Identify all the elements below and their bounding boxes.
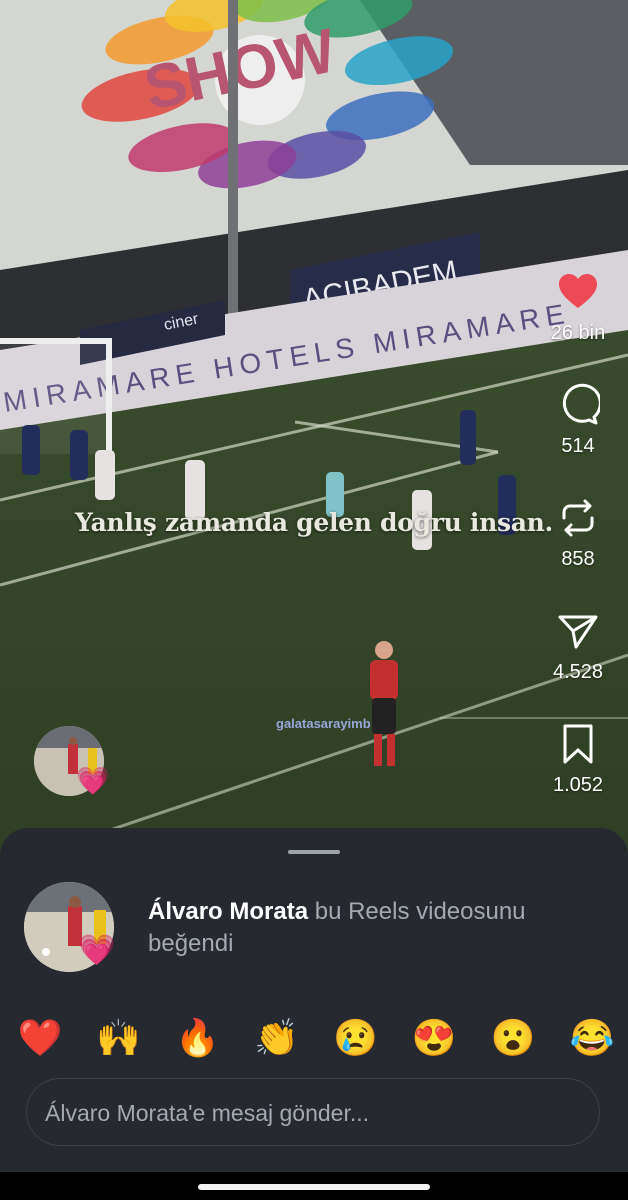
video-watermark: galatasarayimb	[276, 716, 371, 731]
save-count: 1.052	[552, 774, 604, 796]
heart-icon	[559, 274, 597, 308]
repost-button[interactable]: 858	[556, 496, 600, 609]
reaction-heart-icon[interactable]: ❤️	[16, 1014, 64, 1062]
comment-count: 514	[561, 435, 595, 457]
liked-heart-badge-icon: 💗	[76, 766, 110, 796]
likes-sheet: 💗 Álvaro Morata bu Reels videosunu beğen…	[0, 828, 628, 1200]
message-input[interactable]	[43, 1079, 587, 1147]
comment-button[interactable]: 514	[556, 383, 600, 496]
like-count: 26 bin	[550, 322, 606, 344]
share-button[interactable]: 4.528	[553, 609, 603, 722]
save-button[interactable]: 1.052	[553, 722, 603, 835]
sheet-drag-handle[interactable]	[288, 850, 340, 854]
like-button[interactable]: 26 bin	[550, 270, 606, 383]
reaction-laughing-icon[interactable]: 😂	[568, 1014, 616, 1062]
send-icon	[558, 615, 598, 649]
repost-icon	[562, 499, 594, 537]
comment-icon	[562, 383, 600, 425]
reaction-fire-icon[interactable]: 🔥	[174, 1014, 222, 1062]
share-count: 4.528	[552, 661, 604, 683]
liked-heart-badge-icon: 💗	[78, 934, 116, 967]
repost-count: 858	[561, 548, 595, 570]
home-indicator[interactable]	[198, 1184, 430, 1190]
reaction-heart-eyes-icon[interactable]: 😍	[410, 1014, 458, 1062]
reaction-crying-icon[interactable]: 😢	[331, 1014, 379, 1062]
reaction-surprised-icon[interactable]: 😮	[489, 1014, 537, 1062]
reaction-clap-icon[interactable]: 👏	[253, 1014, 301, 1062]
message-box	[26, 1078, 600, 1147]
liker-name[interactable]: Álvaro Morata	[148, 898, 308, 925]
reaction-raised-hands-icon[interactable]: 🙌	[95, 1014, 143, 1062]
action-rail: 26 bin 514 858 4.528 1.052	[528, 270, 628, 835]
bookmark-icon	[563, 724, 593, 764]
reaction-bar: ❤️ 🙌 🔥 👏 😢 😍 😮 😂	[16, 1014, 616, 1062]
liker-notice: Álvaro Morata bu Reels videosunu beğendi	[148, 896, 588, 960]
